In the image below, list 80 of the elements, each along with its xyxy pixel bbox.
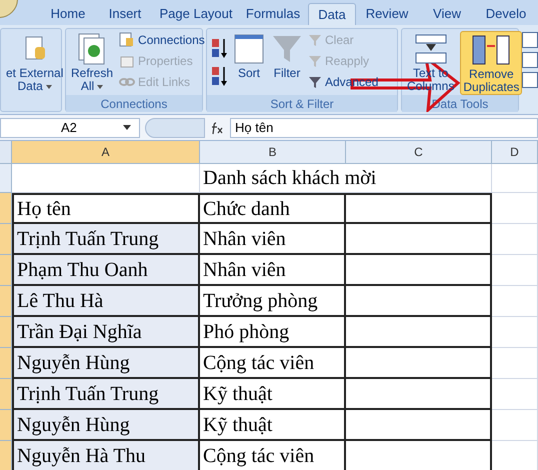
caret-icon[interactable] [123, 125, 131, 130]
tool-icon[interactable] [522, 72, 538, 88]
row-header[interactable] [0, 193, 12, 224]
table-cell [492, 224, 538, 255]
ribbon-tab[interactable]: Review [356, 3, 418, 25]
row-header[interactable] [0, 224, 12, 255]
row-header[interactable] [0, 379, 12, 410]
table-cell: Trần Đại Nghĩa [12, 317, 200, 348]
name-box[interactable]: A2 [0, 118, 140, 138]
ribbon-tab[interactable]: Insert [96, 3, 154, 25]
table-cell: Cộng tác viên [200, 348, 346, 379]
table-cell [492, 379, 538, 410]
group-label: Sort & Filter [207, 95, 397, 112]
table-cell: Trưởng phòng [200, 286, 346, 317]
row-header[interactable] [0, 441, 12, 470]
table-cell: Kỹ thuật [200, 379, 346, 410]
table-cell: Nguyễn Hà Thu [12, 441, 200, 470]
formula-field[interactable]: Họ tên [230, 118, 538, 138]
funnel-icon [308, 54, 322, 68]
ribbon-tab[interactable]: Develo [476, 3, 536, 25]
ribbon-tab[interactable]: Data [308, 3, 356, 25]
ribbon-tab[interactable]: Formulas [238, 3, 308, 25]
caret-icon[interactable] [46, 84, 52, 88]
ribbon-button[interactable]: Connections [119, 31, 205, 49]
sort-descending-button[interactable] [210, 65, 228, 87]
table-cell: Phạm Thu Oanh [12, 255, 200, 286]
table-cell [492, 193, 538, 224]
document-icon [119, 32, 136, 48]
ribbon-button[interactable]: Sort [232, 31, 266, 95]
fx-icon[interactable] [210, 120, 224, 134]
table-cell: Trịnh Tuấn Trung [12, 379, 200, 410]
ribbon-tab[interactable]: Home [40, 3, 96, 25]
table-cell: Trịnh Tuấn Trung [12, 224, 200, 255]
ribbon-tab[interactable]: View [418, 3, 476, 25]
row-header[interactable] [0, 348, 12, 379]
row-header[interactable] [0, 317, 12, 348]
row-header[interactable] [0, 286, 12, 317]
row-header[interactable] [0, 410, 12, 441]
select-all-corner[interactable] [0, 141, 12, 164]
table-cell: Kỹ thuật [200, 410, 346, 441]
columns-icon [471, 34, 512, 66]
ribbon-tab[interactable]: Page Layout [154, 3, 238, 25]
table-cell: Nguyễn Hùng [12, 410, 200, 441]
row-header[interactable] [0, 164, 12, 193]
column-header[interactable]: B [200, 141, 346, 164]
funnel-icon [308, 33, 322, 47]
table-cell [492, 317, 538, 348]
table-cell: Lê Thu Hà [12, 286, 200, 317]
ribbon-button[interactable]: Filter [270, 31, 304, 95]
table-cell [492, 348, 538, 379]
table-cell: Nhân viên [200, 224, 346, 255]
ribbon-button[interactable]: et External Data [4, 31, 66, 95]
table-cell: Nhân viên [200, 255, 346, 286]
table-cell [492, 410, 538, 441]
table-cell: Chức danh [200, 193, 346, 224]
sort-ascending-button[interactable] [210, 37, 228, 59]
formula-divider-handle[interactable] [145, 118, 205, 138]
table-cell: Họ tên [12, 193, 200, 224]
table-cell: Nguyễn Hùng [12, 348, 200, 379]
table-cell [492, 255, 538, 286]
ribbon-button[interactable]: Remove Duplicates [460, 31, 522, 95]
table-cell: Phó phòng [200, 317, 346, 348]
ribbon-button[interactable]: Refresh All [69, 31, 116, 95]
tool-icon[interactable] [522, 32, 538, 48]
funnel-icon [308, 75, 322, 89]
column-header[interactable]: D [492, 141, 538, 164]
table-cell [492, 286, 538, 317]
caret-icon[interactable] [97, 84, 104, 88]
row-header[interactable] [0, 255, 12, 286]
column-header[interactable]: C [346, 141, 492, 164]
group-label: Connections [66, 95, 202, 112]
refresh-icon [77, 32, 108, 66]
sort-icon [234, 34, 264, 64]
tool-icon[interactable] [522, 52, 538, 68]
sort-order-icon [210, 65, 228, 87]
split-columns-icon [414, 33, 448, 65]
funnel-icon [272, 34, 302, 64]
table-cell: Danh sách khách mời [200, 164, 492, 193]
sort-order-icon [210, 37, 228, 59]
column-header[interactable]: A [12, 141, 200, 164]
